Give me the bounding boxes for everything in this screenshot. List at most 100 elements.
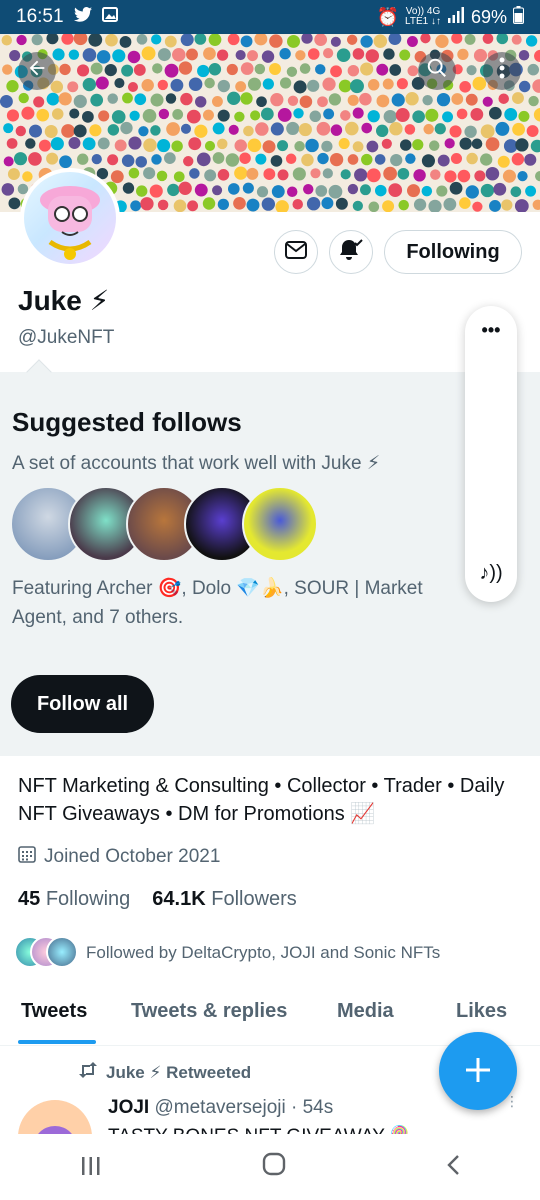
message-button[interactable] — [274, 230, 318, 274]
banner-dot — [444, 138, 455, 149]
banner-dot — [528, 95, 539, 107]
banner-dot — [287, 34, 301, 48]
banner-dot — [368, 201, 380, 212]
followed-by[interactable]: Followed by DeltaCrypto, JOJI and Sonic … — [14, 936, 440, 970]
banner-dot — [151, 154, 162, 165]
search-button[interactable] — [418, 52, 456, 90]
banner-dot — [399, 139, 412, 151]
tweet-more-icon[interactable]: ⋮ — [505, 1094, 519, 1108]
banner-dot — [338, 138, 350, 150]
banner-dot — [263, 168, 276, 180]
banner-dot — [0, 95, 13, 108]
banner-dot — [242, 182, 254, 194]
banner-dot — [532, 199, 540, 210]
banner-dot — [90, 62, 103, 75]
banner-dot — [16, 34, 27, 46]
follower-avatar — [46, 936, 78, 968]
retweet-context: Juke ⚡ Retweeted — [78, 1062, 251, 1083]
banner-dot — [398, 199, 409, 211]
banner-dot — [51, 108, 64, 120]
suggested-avatar[interactable] — [242, 486, 318, 562]
arrow-left-icon — [26, 57, 48, 85]
back-button[interactable] — [18, 52, 56, 90]
banner-dot — [388, 183, 403, 197]
banner-dot — [90, 93, 104, 107]
banner-dot — [335, 197, 348, 210]
tab-media[interactable]: Media — [337, 1000, 394, 1023]
banner-dot — [183, 156, 194, 167]
banner-dot — [187, 200, 199, 212]
follow-all-button[interactable]: Follow all — [11, 675, 154, 733]
tab-likes[interactable]: Likes — [456, 1000, 507, 1023]
following-count-link[interactable]: 45 Following — [18, 888, 130, 911]
banner-dot — [451, 34, 463, 44]
banner-dot — [61, 124, 75, 138]
banner-dot — [163, 152, 176, 164]
banner-dot — [208, 34, 222, 47]
banner-dot — [504, 108, 518, 121]
retweet-label: Juke ⚡ Retweeted — [106, 1062, 252, 1082]
retweet-icon — [78, 1062, 98, 1083]
banner-dot — [518, 50, 530, 61]
banner-dot — [28, 124, 42, 138]
compose-tweet-button[interactable] — [439, 1032, 517, 1110]
banner-dot — [514, 199, 529, 212]
banner-dot — [128, 136, 142, 150]
suggested-avatars[interactable] — [10, 486, 318, 564]
panel-more-button[interactable]: ••• — [465, 320, 517, 341]
banner-dot — [121, 64, 134, 77]
banner-dot — [524, 153, 537, 166]
following-button[interactable]: Following — [384, 230, 522, 274]
banner-dot — [375, 184, 387, 197]
banner-dot — [361, 122, 373, 134]
notifications-button[interactable] — [329, 230, 373, 274]
banner-dot — [107, 154, 119, 166]
banner-dot — [235, 81, 247, 93]
banner-dot — [420, 34, 431, 44]
banner-dot — [382, 78, 394, 90]
banner-dot — [82, 48, 97, 62]
followers-count-link[interactable]: 64.1K Followers — [152, 888, 297, 911]
banner-dot — [217, 198, 230, 211]
banner-dot — [212, 185, 223, 196]
banner-dot — [227, 34, 240, 46]
banner-dot — [235, 49, 246, 61]
banner-dot — [425, 108, 439, 122]
tab-tweets[interactable]: Tweets — [21, 1000, 87, 1023]
banner-dot — [389, 64, 402, 76]
banner-dot — [435, 34, 449, 49]
banner-dot — [482, 96, 493, 107]
banner-dot — [309, 110, 322, 123]
mail-icon — [285, 240, 307, 264]
sound-icon[interactable]: ♪)) — [465, 562, 517, 585]
home-icon[interactable] — [262, 1152, 286, 1183]
banner-dot — [303, 183, 314, 195]
avatar-illustration — [40, 186, 100, 260]
banner-dot — [240, 35, 253, 48]
banner-dot — [6, 80, 19, 93]
profile-avatar[interactable] — [20, 168, 120, 268]
tweet-author-name[interactable]: JOJI — [108, 1097, 149, 1118]
banner-dot — [428, 199, 442, 212]
banner-dot — [298, 122, 312, 137]
back-nav-icon[interactable] — [446, 1152, 460, 1183]
banner-dot — [33, 96, 45, 108]
banner-dot — [360, 35, 373, 48]
banner-dot — [413, 169, 426, 182]
banner-dot — [110, 170, 124, 184]
banner-dot — [406, 184, 421, 198]
overflow-menu-button[interactable] — [483, 52, 521, 90]
recent-apps-icon[interactable] — [80, 1152, 102, 1183]
banner-dot — [46, 92, 60, 106]
joined-date: Joined October 2021 — [18, 845, 220, 869]
banner-dot — [315, 185, 328, 197]
tab-tweets-replies[interactable]: Tweets & replies — [131, 1000, 287, 1023]
banner-dot — [217, 109, 230, 122]
banner-dot — [164, 63, 179, 78]
banner-dot — [374, 154, 386, 165]
banner-dot — [321, 197, 334, 210]
banner-dot — [515, 138, 529, 152]
banner-dot — [360, 184, 371, 196]
banner-dot — [212, 122, 225, 135]
banner-dot — [501, 199, 513, 211]
